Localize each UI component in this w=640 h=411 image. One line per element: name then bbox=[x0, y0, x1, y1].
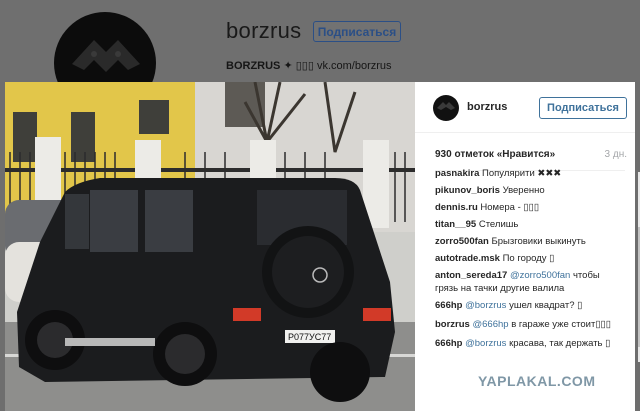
comment-text: Номера - ▯▯▯ bbox=[480, 202, 540, 213]
bio-link[interactable]: vk.com/borzrus bbox=[317, 60, 392, 72]
comment: pasnakira Популярити ✖✖✖ bbox=[435, 167, 625, 180]
comment-author[interactable]: anton_sereda17 bbox=[435, 270, 507, 281]
comment: 666hp @borzrus ушел квадрат? ▯ bbox=[435, 299, 625, 312]
profile-follow-button[interactable]: Подписаться bbox=[313, 21, 401, 42]
comment: pikunov_boris Уверенно bbox=[435, 184, 625, 197]
comment: titan__95 Стелишь bbox=[435, 218, 625, 231]
comment-author[interactable]: pasnakira bbox=[435, 168, 479, 179]
comment-author[interactable]: borzrus bbox=[435, 319, 470, 330]
post-photo[interactable]: Р077УС77 bbox=[5, 82, 415, 411]
comment: autotrade.msk По городу ▯ bbox=[435, 252, 625, 265]
comment-author[interactable]: 666hp bbox=[435, 338, 462, 349]
profile-header: borzrus Подписаться BORZRUS ✦ ▯▯▯ vk.com… bbox=[0, 0, 640, 114]
comment-mention[interactable]: @zorro500fan bbox=[510, 270, 570, 281]
comment-text: красава, так держать ▯ bbox=[509, 338, 611, 349]
comment: borzrus @666hp в гараже уже стоит▯▯▯ bbox=[435, 318, 625, 331]
likes-count[interactable]: 930 отметок «Нравится» bbox=[435, 149, 555, 160]
comment-text: Уверенно bbox=[502, 185, 545, 196]
comment: zorro500fan Брызговики выкинуть bbox=[435, 235, 625, 248]
comments-list: pasnakira Популярити ✖✖✖ pikunov_boris У… bbox=[435, 165, 625, 357]
bio-symbols: ✦ ▯▯▯ bbox=[283, 60, 314, 72]
comment-text: Стелишь bbox=[478, 219, 519, 230]
comment-text: По городу ▯ bbox=[502, 253, 555, 264]
post-follow-button[interactable]: Подписаться bbox=[539, 97, 627, 119]
profile-username: borzrus bbox=[226, 18, 302, 43]
bio-name: BORZRUS bbox=[226, 60, 281, 72]
post-author-name[interactable]: borzrus bbox=[467, 101, 507, 113]
post-author-avatar[interactable] bbox=[433, 95, 459, 121]
comment: anton_sereda17 @zorro500fan чтобы грязь … bbox=[435, 269, 625, 295]
comment-author[interactable]: 666hp bbox=[435, 300, 462, 311]
comment-author[interactable]: titan__95 bbox=[435, 219, 476, 230]
comment-text: в гараже уже стоит▯▯▯ bbox=[511, 319, 612, 330]
comment-author[interactable]: dennis.ru bbox=[435, 202, 478, 213]
comment-mention[interactable]: @borzrus bbox=[465, 338, 506, 349]
comment-author[interactable]: zorro500fan bbox=[435, 236, 489, 247]
post-sidebar: borzrus Подписаться 930 отметок «Нравитс… bbox=[415, 82, 640, 411]
post-date[interactable]: 3 дн. bbox=[605, 149, 627, 160]
comment: dennis.ru Номера - ▯▯▯ bbox=[435, 201, 625, 214]
post-header: borzrus Подписаться bbox=[415, 82, 635, 133]
comment: 666hp @borzrus красава, так держать ▯ bbox=[435, 337, 625, 350]
comment-author[interactable]: pikunov_boris bbox=[435, 185, 500, 196]
comment-text: Брызговики выкинуть bbox=[491, 236, 586, 247]
profile-bio: BORZRUS ✦ ▯▯▯ vk.com/borzrus bbox=[226, 59, 392, 72]
comment-text: ушел квадрат? ▯ bbox=[509, 300, 583, 311]
comment-author[interactable]: autotrade.msk bbox=[435, 253, 500, 264]
comment-mention[interactable]: @666hp bbox=[472, 319, 508, 330]
comment-text: Популярити ✖✖✖ bbox=[482, 168, 562, 179]
comment-mention[interactable]: @borzrus bbox=[465, 300, 506, 311]
post-modal: Р077УС77 borzrus Подписаться 930 отметок… bbox=[5, 82, 640, 411]
watermark: YAPLAKAL.COM bbox=[478, 373, 596, 389]
license-plate: Р077УС77 bbox=[288, 332, 331, 342]
